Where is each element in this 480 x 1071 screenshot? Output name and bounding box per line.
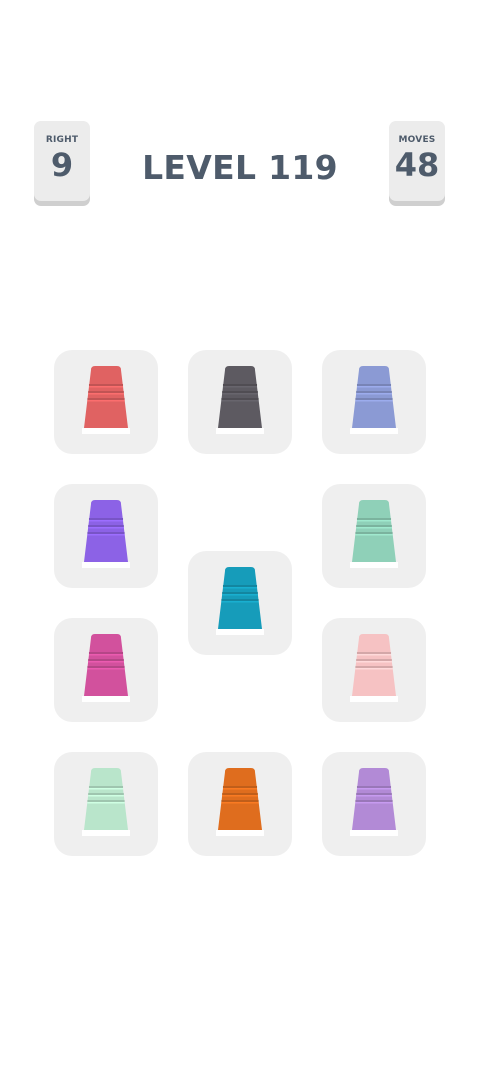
cup-dark-gray: [216, 366, 264, 434]
moves-counter: MOVES 48: [389, 121, 445, 201]
cup-teal: [216, 567, 264, 635]
cup-tile-purple[interactable]: [54, 484, 158, 588]
cup-light-green: [82, 768, 130, 836]
cup-magenta: [82, 634, 130, 702]
cup-red: [82, 366, 130, 434]
cup-orange: [216, 768, 264, 836]
cup-tile-lavender[interactable]: [322, 752, 426, 856]
cup-tile-periwinkle[interactable]: [322, 350, 426, 454]
cup-periwinkle: [350, 366, 398, 434]
cup-tile-orange[interactable]: [188, 752, 292, 856]
cup-tile-teal[interactable]: [188, 551, 292, 655]
moves-label: MOVES: [398, 135, 436, 145]
cup-purple: [82, 500, 130, 568]
right-label: RIGHT: [45, 135, 79, 145]
cup-mint: [350, 500, 398, 568]
cup-tile-magenta[interactable]: [54, 618, 158, 722]
cup-tile-pink[interactable]: [322, 618, 426, 722]
cup-pink: [350, 634, 398, 702]
cup-lavender: [350, 768, 398, 836]
cup-tile-light-green[interactable]: [54, 752, 158, 856]
cup-tile-red[interactable]: [54, 350, 158, 454]
cup-tile-mint[interactable]: [322, 484, 426, 588]
moves-value: 48: [394, 146, 440, 184]
cup-tile-dark-gray[interactable]: [188, 350, 292, 454]
